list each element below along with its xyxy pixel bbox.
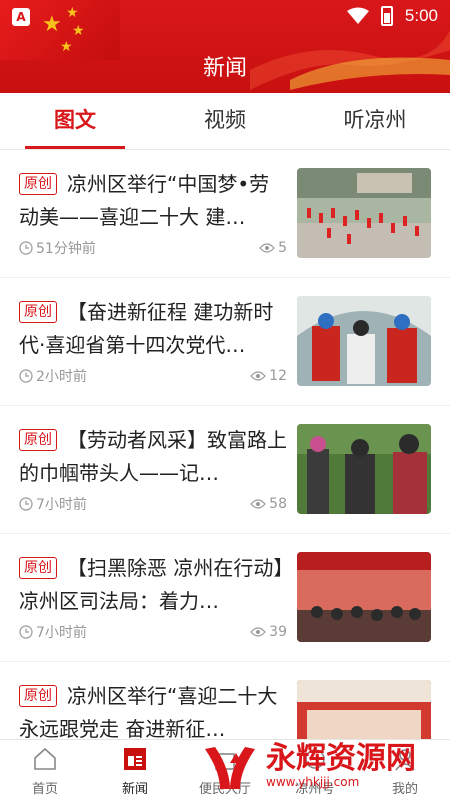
article-time: 51分钟前 bbox=[36, 241, 96, 257]
news-icon bbox=[124, 748, 146, 770]
original-badge: 原创 bbox=[19, 429, 57, 451]
battery-icon bbox=[380, 6, 393, 26]
status-time: 5:00 bbox=[404, 6, 438, 25]
nav-label: 新闻 bbox=[121, 782, 148, 797]
eye-icon bbox=[250, 499, 266, 509]
clock-icon bbox=[19, 241, 33, 255]
eye-icon bbox=[250, 627, 266, 637]
original-badge: 原创 bbox=[19, 557, 57, 579]
tab-listen-liangzhou[interactable]: 听凉州 bbox=[300, 93, 450, 149]
nav-news[interactable]: 新闻 bbox=[90, 740, 180, 800]
watermark-name: 永辉资源网 bbox=[266, 741, 416, 776]
clock-icon bbox=[19, 625, 33, 639]
page-title: 新闻 bbox=[202, 56, 247, 81]
article-list: 原创 凉州区举行“中国梦•劳动美——喜迎二十大 建… 51分钟前 5 原创 【奋进新… bbox=[0, 150, 450, 790]
article-time: 7小时前 bbox=[36, 625, 87, 641]
original-badge: 原创 bbox=[19, 173, 57, 195]
article-thumbnail bbox=[297, 424, 431, 514]
watermark: 永辉资源网 www.yhkjjj.com bbox=[200, 736, 440, 796]
clock-icon bbox=[19, 369, 33, 383]
home-icon bbox=[34, 747, 56, 770]
list-item[interactable]: 原创 凉州区举行“中国梦•劳动美——喜迎二十大 建… 51分钟前 5 bbox=[0, 150, 450, 278]
article-title: 【扫黑除恶 凉州在行动】凉州区司法局：着力… bbox=[19, 556, 284, 613]
article-views: 39 bbox=[269, 624, 287, 640]
status-bar: A 5:00 bbox=[0, 0, 450, 32]
list-item[interactable]: 原创 【奋进新征程 建功新时代·喜迎省第十四次党代… 2小时前 12 bbox=[0, 278, 450, 406]
app-header: ★ ★ ★ ★ A 5:00 新闻 bbox=[0, 0, 450, 93]
eye-icon bbox=[259, 243, 275, 253]
watermark-logo-icon bbox=[205, 747, 255, 789]
article-title: 凉州区举行“喜迎二十大 永远跟党走 奋进新征… bbox=[19, 684, 278, 741]
nav-label: 首页 bbox=[31, 782, 58, 797]
article-title-block: 原创 【扫黑除恶 凉州在行动】凉州区司法局：着力… bbox=[19, 552, 287, 618]
clock-icon bbox=[19, 497, 33, 511]
article-thumbnail bbox=[297, 168, 431, 258]
app-notification-icon: A bbox=[12, 8, 30, 26]
list-item[interactable]: 原创 【劳动者风采】致富路上的巾帼带头人——记… 7小时前 58 bbox=[0, 406, 450, 534]
article-views: 58 bbox=[269, 496, 287, 512]
article-views: 12 bbox=[269, 368, 287, 384]
wifi-icon bbox=[346, 7, 369, 24]
article-title-block: 原创 【奋进新征程 建功新时代·喜迎省第十四次党代… bbox=[19, 296, 287, 362]
tab-graphic-text[interactable]: 图文 bbox=[0, 93, 150, 149]
article-time: 2小时前 bbox=[36, 369, 87, 385]
article-title-block: 原创 【劳动者风采】致富路上的巾帼带头人——记… bbox=[19, 424, 287, 490]
article-title: 【奋进新征程 建功新时代·喜迎省第十四次党代… bbox=[19, 300, 274, 357]
article-thumbnail bbox=[297, 296, 431, 386]
nav-home[interactable]: 首页 bbox=[0, 740, 90, 800]
watermark-url: www.yhkjjj.com bbox=[266, 775, 360, 789]
original-badge: 原创 bbox=[19, 301, 57, 323]
article-title: 【劳动者风采】致富路上的巾帼带头人——记… bbox=[19, 428, 287, 485]
eye-icon bbox=[250, 371, 266, 381]
tab-video[interactable]: 视频 bbox=[150, 93, 300, 149]
category-tabs: 图文 视频 听凉州 bbox=[0, 93, 450, 150]
article-title-block: 原创 凉州区举行“中国梦•劳动美——喜迎二十大 建… bbox=[19, 168, 287, 234]
article-thumbnail bbox=[297, 552, 431, 642]
article-views: 5 bbox=[278, 240, 287, 256]
original-badge: 原创 bbox=[19, 685, 57, 707]
list-item[interactable]: 原创 【扫黑除恶 凉州在行动】凉州区司法局：着力… 7小时前 39 bbox=[0, 534, 450, 662]
article-time: 7小时前 bbox=[36, 497, 87, 513]
